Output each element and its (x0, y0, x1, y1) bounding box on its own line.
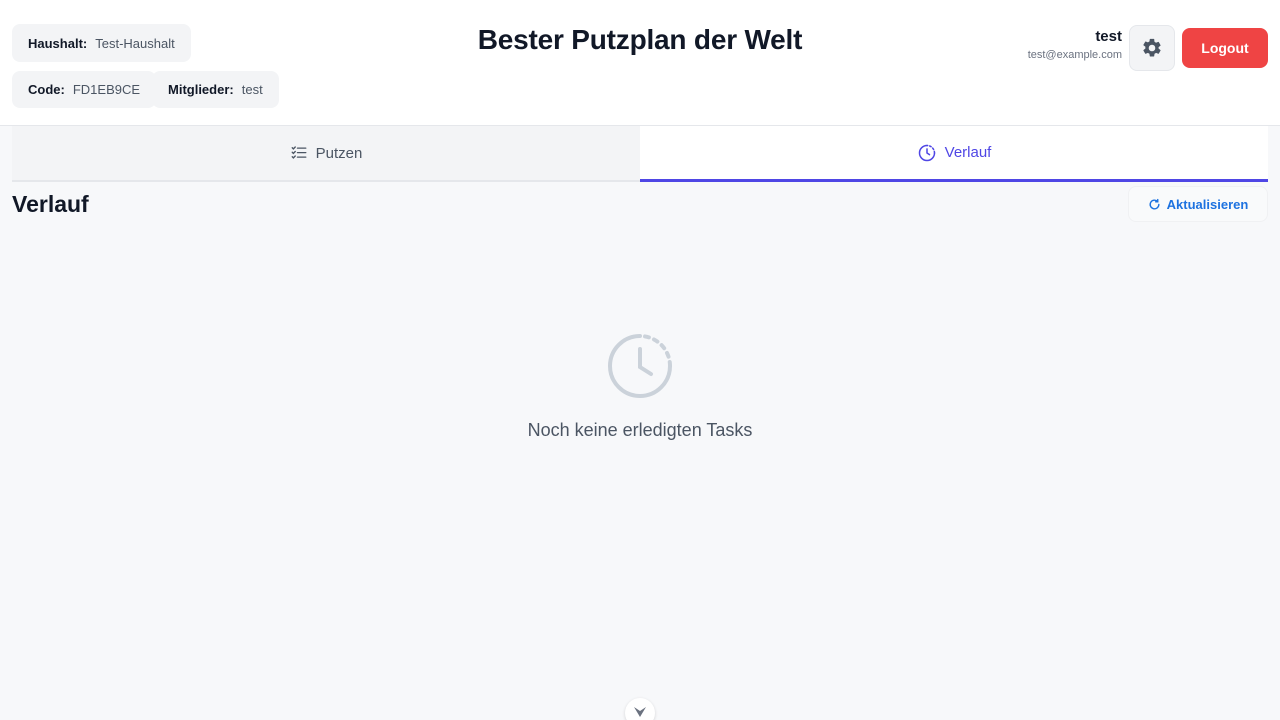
refresh-button[interactable]: Aktualisieren (1128, 186, 1268, 222)
history-clock-icon (608, 334, 672, 398)
household-value: Test-Haushalt (95, 35, 175, 51)
code-label: Code: (28, 82, 65, 97)
tab-putzen-label: Putzen (315, 144, 363, 162)
user-email: test@example.com (1027, 49, 1122, 61)
checklist-icon (291, 146, 307, 159)
code-chip: Code: FD1EB9CE (12, 71, 157, 108)
tab-bar: Putzen Verlauf (12, 126, 1268, 182)
gear-icon (1143, 38, 1161, 57)
code-value: FD1EB9CE (72, 82, 141, 97)
chevron-down-icon (634, 707, 646, 717)
household-label: Haushalt: (28, 35, 88, 51)
refresh-icon (1149, 198, 1160, 210)
empty-state-text: Noch keine erledigten Tasks (527, 420, 753, 440)
user-name: test (1095, 28, 1122, 45)
tab-verlauf-label: Verlauf (944, 144, 992, 161)
app-header: Haushalt: Test-Haushalt Code: FD1EB9CE M… (0, 0, 1280, 126)
history-clock-icon (918, 144, 935, 161)
logout-button[interactable]: Logout (1182, 28, 1268, 68)
members-value: test (241, 82, 263, 97)
section-title: Verlauf (12, 191, 89, 217)
refresh-label: Aktualisieren (1166, 196, 1249, 212)
user-info: test test@example.com (1028, 28, 1122, 61)
tab-verlauf[interactable]: Verlauf (640, 126, 1268, 182)
household-chip: Haushalt: Test-Haushalt (12, 24, 191, 62)
scroll-down-button[interactable] (625, 698, 655, 720)
members-chip: Mitglieder: test (152, 71, 279, 108)
tab-putzen[interactable]: Putzen (12, 126, 640, 182)
settings-button[interactable] (1129, 25, 1175, 71)
members-label: Mitglieder: (168, 82, 234, 97)
page-title: Bester Putzplan der Welt (477, 24, 803, 55)
